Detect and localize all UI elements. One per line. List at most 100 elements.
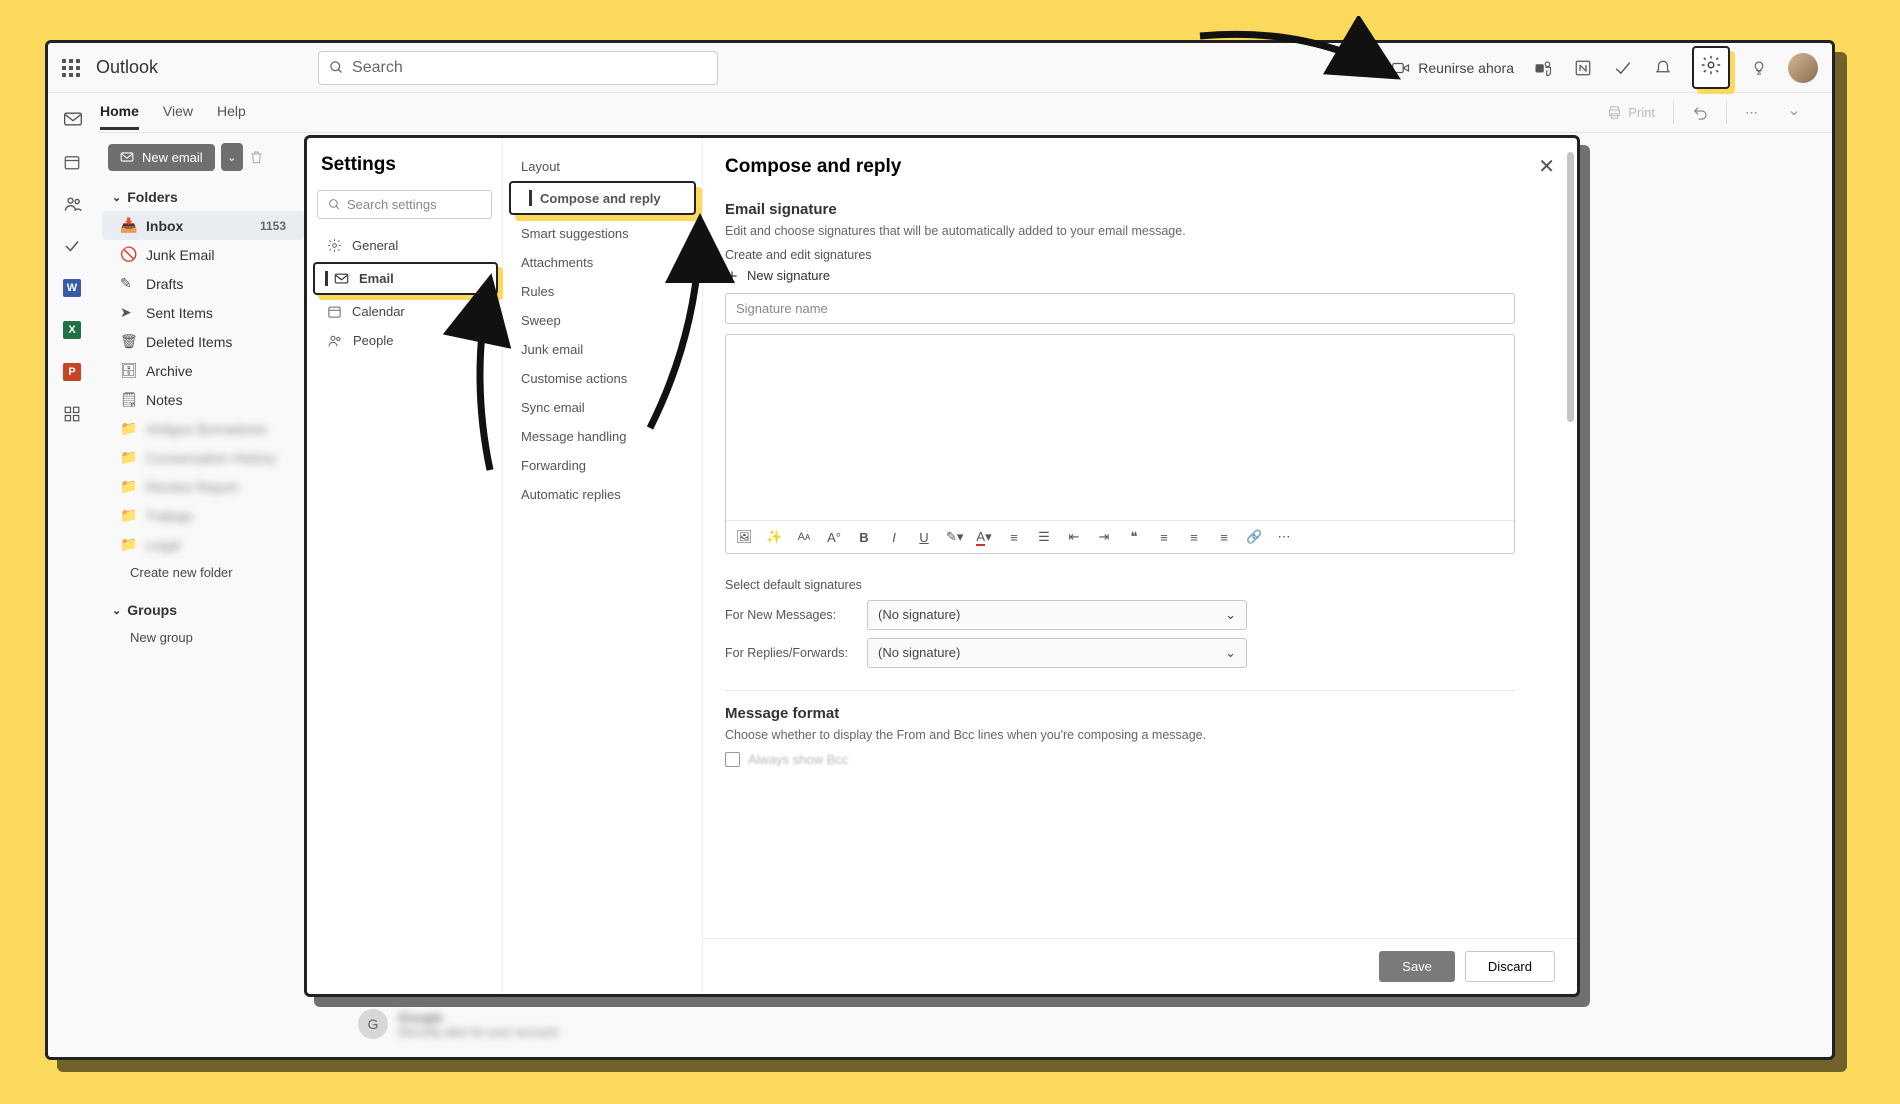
folder-deleted[interactable]: 🗑Deleted Items [102,327,304,356]
align-center-icon[interactable]: ≡ [1186,530,1202,545]
teams-icon[interactable] [1532,57,1554,79]
search-settings-input[interactable]: Search settings [317,190,492,219]
signature-name-input[interactable]: Signature name [725,293,1515,324]
underline-icon[interactable]: U [916,530,932,545]
new-signature-button[interactable]: New signature [725,268,1555,283]
mail-icon[interactable] [63,111,83,131]
tips-icon[interactable] [1748,57,1770,79]
subnav-junk-email[interactable]: Junk email [503,335,702,364]
folder-sent[interactable]: ➤Sent Items [102,298,304,327]
calendar-icon [327,304,342,319]
settings-categories: Settings Search settings General Email C… [307,138,503,994]
create-folder-link[interactable]: Create new folder [102,559,304,586]
outdent-icon[interactable]: ⇤ [1066,529,1082,545]
save-button[interactable]: Save [1379,951,1455,982]
category-people[interactable]: People [317,326,492,355]
message-preview[interactable]: G Google Security alert for your account [358,999,718,1049]
subnav-layout[interactable]: Layout [503,152,702,181]
tab-view[interactable]: View [163,95,193,130]
check-icon[interactable] [63,237,83,257]
subnav-customise-actions[interactable]: Customise actions [503,364,702,393]
more-apps-icon[interactable] [63,405,83,425]
trash-icon[interactable] [249,149,264,165]
link-icon[interactable]: 🔗 [1246,529,1262,545]
more-button[interactable]: ⋯ [1733,99,1770,127]
folder-archive[interactable]: 🗄Archive [102,356,304,385]
category-calendar[interactable]: Calendar [317,297,492,326]
ribbon-chevron[interactable] [1776,101,1812,125]
folder-custom[interactable]: 📁Review Report [102,472,304,501]
subnav-message-handling[interactable]: Message handling [503,422,702,451]
editor-body[interactable] [726,335,1514,520]
more-format-icon[interactable]: ⋯ [1276,529,1292,545]
quote-icon[interactable]: ❝ [1126,529,1142,545]
subnav-rules[interactable]: Rules [503,277,702,306]
folder-custom[interactable]: 📁Conversation History [102,443,304,472]
app-launcher-icon[interactable] [62,59,80,77]
category-general[interactable]: General [317,231,492,260]
word-icon[interactable]: W [63,279,83,299]
close-button[interactable]: ✕ [1538,154,1555,179]
subnav-sweep[interactable]: Sweep [503,306,702,335]
indent-icon[interactable]: ⇥ [1096,529,1112,545]
folder-custom[interactable]: 📁Legal [102,530,304,559]
highlight-icon[interactable]: ✨ [766,529,782,545]
subnav-attachments[interactable]: Attachments [503,248,702,277]
signature-editor[interactable]: 🖼 ✨ Aᴀ A° B I U ✎▾ A▾ ≡ ☰ ⇤ ⇥ ❝ [725,334,1515,554]
font-color-icon[interactable]: A▾ [976,529,992,545]
powerpoint-icon[interactable]: P [63,363,83,383]
folder-junk[interactable]: 🚫Junk Email [102,240,304,269]
onenote-icon[interactable] [1572,57,1594,79]
folders-header[interactable]: ⌄Folders [102,183,304,211]
subnav-compose-reply[interactable]: Compose and reply [509,181,696,215]
new-messages-select[interactable]: (No signature)⌄ [867,600,1247,630]
folder-inbox[interactable]: 📥Inbox1153 [102,211,304,240]
notification-icon[interactable] [1652,57,1674,79]
meet-now-button[interactable]: Reunirse ahora [1392,60,1514,76]
print-button[interactable]: Print [1595,99,1667,126]
tab-help[interactable]: Help [217,95,246,130]
undo-button[interactable] [1680,99,1720,127]
subnav-forwarding[interactable]: Forwarding [503,451,702,480]
replies-forwards-select[interactable]: (No signature)⌄ [867,638,1247,668]
nav-tabs: Home View Help [100,95,246,130]
discard-button[interactable]: Discard [1465,951,1555,982]
align-left-icon[interactable]: ≡ [1156,530,1172,545]
folder-custom[interactable]: 📁Trabajo [102,501,304,530]
subnav-smart-suggestions[interactable]: Smart suggestions [503,219,702,248]
align-right-icon[interactable]: ≡ [1216,530,1232,545]
tab-home[interactable]: Home [100,95,139,130]
new-group-link[interactable]: New group [102,624,304,651]
subnav-sync-email[interactable]: Sync email [503,393,702,422]
groups-header[interactable]: ⌄Groups [102,596,304,624]
email-signature-heading: Email signature [725,201,1555,218]
editor-toolbar: 🖼 ✨ Aᴀ A° B I U ✎▾ A▾ ≡ ☰ ⇤ ⇥ ❝ [726,520,1514,553]
search-input[interactable]: Search [318,51,718,85]
bold-icon[interactable]: B [856,530,872,545]
settings-button[interactable] [1692,46,1730,89]
sender-avatar: G [358,1009,388,1039]
new-email-button[interactable]: New email [108,144,215,171]
italic-icon[interactable]: I [886,530,902,545]
folder-custom[interactable]: 📁Antiguo Borradores [102,414,304,443]
account-avatar[interactable] [1788,53,1818,83]
subnav-automatic-replies[interactable]: Automatic replies [503,480,702,509]
always-bcc-checkbox[interactable]: Always show Bcc [725,752,1555,767]
settings-subnav: Layout Compose and reply Smart suggestio… [503,138,703,994]
category-email[interactable]: Email [315,264,496,293]
numbering-icon[interactable]: ☰ [1036,529,1052,545]
folder-drafts[interactable]: ✎Drafts [102,269,304,298]
text-color-icon[interactable]: ✎▾ [946,529,962,545]
folder-notes[interactable]: 🗒Notes [102,385,304,414]
todo-icon[interactable] [1612,57,1634,79]
people-icon[interactable] [63,195,83,215]
font-icon[interactable]: Aᴀ [796,531,812,543]
new-email-split[interactable]: ⌄ [221,143,243,171]
top-right-actions: Reunirse ahora [1392,46,1818,89]
font-size-icon[interactable]: A° [826,530,842,545]
calendar-icon[interactable] [63,153,83,173]
excel-icon[interactable]: X [63,321,83,341]
scrollbar-thumb[interactable] [1567,152,1574,422]
insert-image-icon[interactable]: 🖼 [736,529,752,545]
bullets-icon[interactable]: ≡ [1006,530,1022,545]
